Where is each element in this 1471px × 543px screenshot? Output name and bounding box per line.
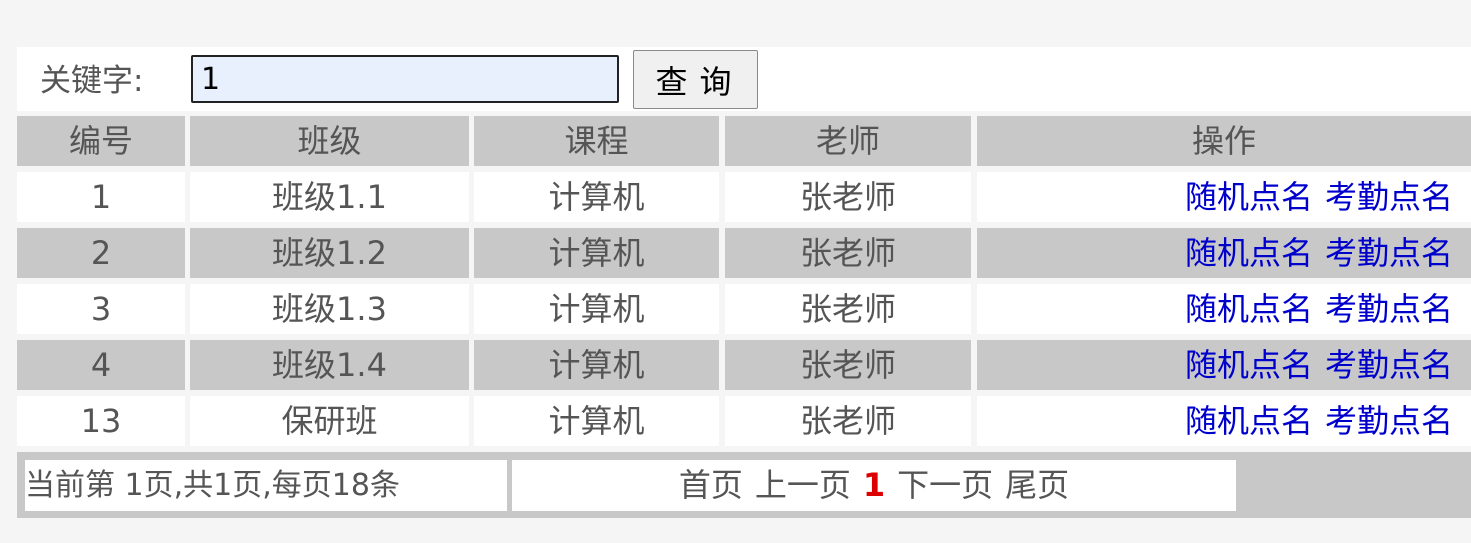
cell-teacher: 张老师 (725, 284, 971, 334)
table-row: 1 班级1.1 计算机 张老师 随机点名 考勤点名 (17, 172, 1471, 222)
table-row: 4 班级1.4 计算机 张老师 随机点名 考勤点名 (17, 340, 1471, 390)
search-button[interactable]: 查询 (633, 50, 758, 109)
page-info: 当前第 1页,共1页,每页18条 (25, 460, 507, 511)
page-nav: 首页 上一页 1 下一页 尾页 (512, 460, 1236, 511)
attendance-rollcall-link[interactable]: 考勤点名 (1325, 402, 1453, 440)
header-class: 班级 (190, 116, 469, 166)
cell-teacher: 张老师 (725, 228, 971, 278)
cell-course: 计算机 (474, 228, 719, 278)
cell-actions: 随机点名 考勤点名 (977, 340, 1471, 390)
cell-actions: 随机点名 考勤点名 (977, 228, 1471, 278)
cell-actions: 随机点名 考勤点名 (977, 396, 1471, 446)
cell-teacher: 张老师 (725, 340, 971, 390)
header-id: 编号 (17, 116, 185, 166)
table-header-row: 编号 班级 课程 老师 操作 (17, 116, 1471, 166)
search-bar: 关键字: 查询 (17, 47, 1471, 111)
attendance-rollcall-link[interactable]: 考勤点名 (1325, 290, 1453, 328)
first-page-link[interactable]: 首页 (679, 466, 743, 504)
cell-id: 13 (17, 396, 185, 446)
keyword-input[interactable] (191, 55, 619, 103)
random-rollcall-link[interactable]: 随机点名 (1185, 346, 1313, 384)
cell-class: 保研班 (190, 396, 469, 446)
cell-actions: 随机点名 考勤点名 (977, 284, 1471, 334)
cell-course: 计算机 (474, 396, 719, 446)
attendance-rollcall-link[interactable]: 考勤点名 (1325, 178, 1453, 216)
cell-id: 1 (17, 172, 185, 222)
random-rollcall-link[interactable]: 随机点名 (1185, 234, 1313, 272)
keyword-label: 关键字: (40, 63, 144, 99)
header-teacher: 老师 (725, 116, 971, 166)
cell-class: 班级1.1 (190, 172, 469, 222)
cell-course: 计算机 (474, 172, 719, 222)
prev-page-link[interactable]: 上一页 (755, 466, 851, 504)
last-page-link[interactable]: 尾页 (1005, 466, 1069, 504)
class-table: 编号 班级 课程 老师 操作 1 班级1.1 计算机 张老师 随机点名 考勤点名 … (17, 116, 1471, 519)
header-actions: 操作 (977, 116, 1471, 166)
cell-class: 班级1.2 (190, 228, 469, 278)
current-page-number[interactable]: 1 (863, 466, 885, 504)
random-rollcall-link[interactable]: 随机点名 (1185, 402, 1313, 440)
random-rollcall-link[interactable]: 随机点名 (1185, 290, 1313, 328)
header-course: 课程 (474, 116, 719, 166)
random-rollcall-link[interactable]: 随机点名 (1185, 178, 1313, 216)
cell-id: 2 (17, 228, 185, 278)
cell-teacher: 张老师 (725, 396, 971, 446)
cell-teacher: 张老师 (725, 172, 971, 222)
cell-class: 班级1.4 (190, 340, 469, 390)
cell-id: 4 (17, 340, 185, 390)
attendance-rollcall-link[interactable]: 考勤点名 (1325, 234, 1453, 272)
next-page-link[interactable]: 下一页 (897, 466, 993, 504)
attendance-rollcall-link[interactable]: 考勤点名 (1325, 346, 1453, 384)
cell-course: 计算机 (474, 284, 719, 334)
table-row: 13 保研班 计算机 张老师 随机点名 考勤点名 (17, 396, 1471, 446)
cell-course: 计算机 (474, 340, 719, 390)
table-row: 3 班级1.3 计算机 张老师 随机点名 考勤点名 (17, 284, 1471, 334)
table-row: 2 班级1.2 计算机 张老师 随机点名 考勤点名 (17, 228, 1471, 278)
pagination-bar: 当前第 1页,共1页,每页18条 首页 上一页 1 下一页 尾页 (17, 452, 1471, 518)
cell-id: 3 (17, 284, 185, 334)
cell-actions: 随机点名 考勤点名 (977, 172, 1471, 222)
cell-class: 班级1.3 (190, 284, 469, 334)
